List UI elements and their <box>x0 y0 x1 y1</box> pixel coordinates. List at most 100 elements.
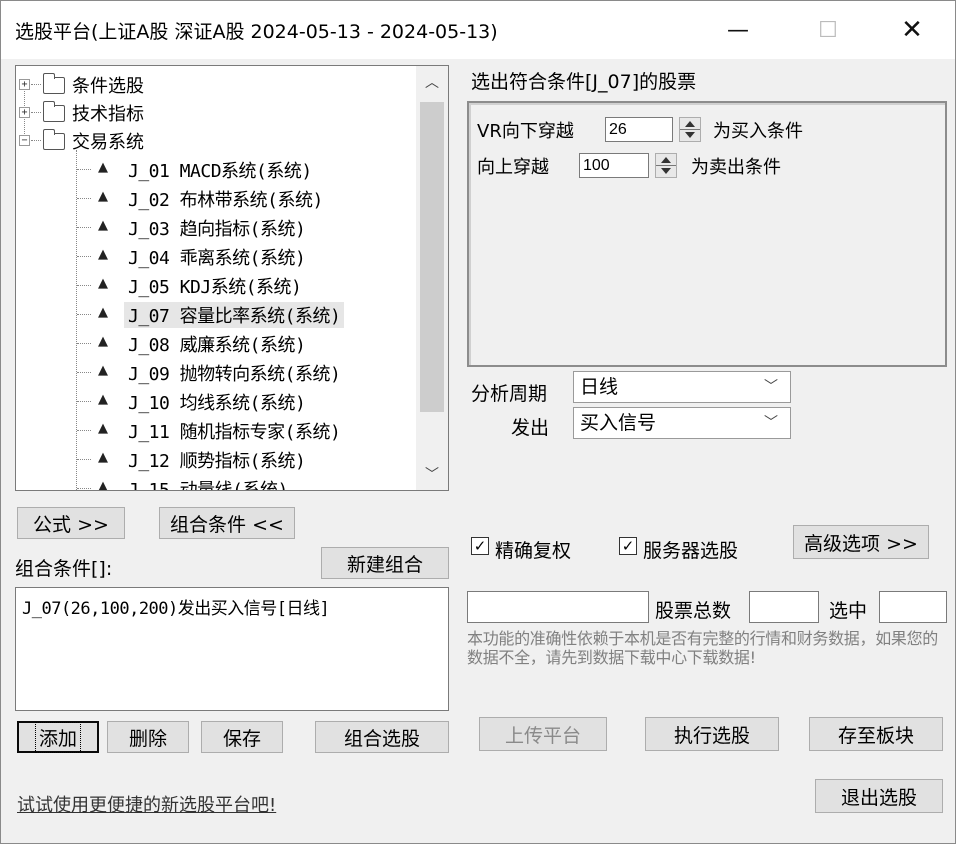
system-arrow-icon: ▲ <box>98 160 108 175</box>
minimize-button[interactable]: — <box>707 1 769 59</box>
expand-icon[interactable]: + <box>19 107 30 118</box>
tree-folder-label: 技术指标 <box>72 104 144 125</box>
tree-folder-label: 条件选股 <box>72 76 144 97</box>
new-combo-button[interactable]: 新建组合 <box>321 547 449 579</box>
delete-button[interactable]: 删除 <box>107 721 189 753</box>
tree-item-label: J_11 随机指标专家(系统) <box>128 422 341 443</box>
signal-label: 发出 <box>511 417 550 439</box>
tree-item-label: J_07 容量比率系统(系统) <box>124 302 345 328</box>
window-title: 选股平台(上证A股 深证A股 2024-05-13 - 2024-05-13) <box>15 21 498 43</box>
combine-button-label: 组合条件 << <box>170 513 284 536</box>
title-bar: 选股平台(上证A股 深证A股 2024-05-13 - 2024-05-13) … <box>1 1 955 59</box>
expand-icon[interactable]: + <box>19 79 30 90</box>
tree-line <box>77 169 91 170</box>
exact-adjust-checkbox[interactable]: ✓ <box>471 537 489 555</box>
advanced-options-button[interactable]: 高级选项 >> <box>793 525 929 559</box>
formula-button[interactable]: 公式 >> <box>17 507 125 539</box>
sell-condition-suffix: 为卖出条件 <box>691 157 781 178</box>
combine-conditions-button[interactable]: 组合条件 << <box>159 507 295 539</box>
sell-condition-prefix: 向上穿越 <box>477 157 549 178</box>
folder-icon <box>43 129 65 150</box>
server-select-label: 服务器选股 <box>643 540 739 562</box>
period-select[interactable]: 日线 ﹀ <box>573 371 791 403</box>
formula-tree[interactable]: + 条件选股 + 技术指标 − 交易系统 ▲ J_01 MACD系统(系统) ▲… <box>15 65 449 491</box>
system-arrow-icon: ▲ <box>98 218 108 233</box>
tree-line <box>77 401 91 402</box>
system-arrow-icon: ▲ <box>98 276 108 291</box>
combo-select-label: 组合选股 <box>343 727 420 750</box>
tree-line <box>77 285 91 286</box>
combo-conditions-box[interactable]: J_07(26,100,200)发出买入信号[日线] <box>15 587 449 711</box>
tree-line <box>77 372 91 373</box>
tree-line <box>77 256 91 257</box>
save-button[interactable]: 保存 <box>201 721 283 753</box>
buy-threshold-spinner[interactable] <box>679 117 701 142</box>
tree-line <box>77 430 91 431</box>
tree-line <box>77 227 91 228</box>
buy-condition-prefix: VR向下穿越 <box>477 121 574 142</box>
selected-count-label: 选中 <box>829 600 868 622</box>
run-selection-label: 执行选股 <box>673 724 750 747</box>
tree-scrollbar[interactable]: ︿ ﹀ <box>416 66 448 490</box>
tree-line <box>31 140 41 141</box>
progress-field <box>467 591 649 623</box>
server-select-checkbox[interactable]: ✓ <box>619 537 637 555</box>
stock-picker-window: 选股平台(上证A股 深证A股 2024-05-13 - 2024-05-13) … <box>0 0 956 844</box>
data-completeness-note: 本功能的准确性依赖于本机是否有完整的行情和财务数据，如果您的数据不全，请先到数据… <box>467 629 939 667</box>
buy-threshold-input[interactable]: 26 <box>605 117 673 142</box>
tree-line <box>77 459 91 460</box>
system-arrow-icon: ▲ <box>98 189 108 204</box>
upload-platform-button[interactable]: 上传平台 <box>479 717 607 751</box>
buy-condition-suffix: 为买入条件 <box>713 121 803 142</box>
close-button[interactable]: ✕ <box>881 1 943 59</box>
combo-select-button[interactable]: 组合选股 <box>315 721 449 753</box>
upload-platform-label: 上传平台 <box>504 724 581 747</box>
system-arrow-icon: ▲ <box>98 479 108 491</box>
save-to-block-button[interactable]: 存至板块 <box>809 717 943 751</box>
collapse-icon[interactable]: − <box>19 135 30 146</box>
tree-line <box>77 314 91 315</box>
formula-button-label: 公式 >> <box>33 513 109 536</box>
total-stocks-field <box>749 591 819 623</box>
tree-item-label: J_05 KDJ系统(系统) <box>128 277 302 298</box>
tree-item-label: J_09 抛物转向系统(系统) <box>128 364 341 385</box>
system-arrow-icon: ▲ <box>98 450 108 465</box>
tree-item-label: J_04 乖离系统(系统) <box>128 248 306 269</box>
period-label: 分析周期 <box>471 383 548 405</box>
folder-icon <box>43 73 65 94</box>
sell-threshold-spinner[interactable] <box>655 153 677 178</box>
folder-icon <box>43 101 65 122</box>
system-arrow-icon: ▲ <box>98 247 108 262</box>
signal-select[interactable]: 买入信号 ﹀ <box>573 407 791 439</box>
chevron-down-icon: ﹀ <box>764 379 778 395</box>
run-selection-button[interactable]: 执行选股 <box>645 717 779 751</box>
exact-adjust-label: 精确复权 <box>495 540 572 562</box>
add-button[interactable]: 添加 <box>17 721 99 753</box>
selected-count-field <box>879 591 947 623</box>
scroll-up-icon[interactable]: ︿ <box>416 66 448 98</box>
system-arrow-icon: ▲ <box>98 334 108 349</box>
save-to-block-label: 存至板块 <box>837 724 914 747</box>
exit-selection-button[interactable]: 退出选股 <box>815 779 943 813</box>
tree-line <box>31 112 41 113</box>
tree-line <box>77 198 91 199</box>
tree-line <box>77 343 91 344</box>
new-platform-link[interactable]: 试试使用更便捷的新选股平台吧! <box>17 791 276 817</box>
scroll-thumb[interactable] <box>420 102 444 412</box>
scroll-down-icon[interactable]: ﹀ <box>416 458 448 490</box>
save-button-label: 保存 <box>222 727 261 750</box>
tree-item-label: J_10 均线系统(系统) <box>128 393 306 414</box>
tree-item-label: J_15 动量线(系统) <box>128 480 288 491</box>
sell-threshold-input[interactable]: 100 <box>579 153 649 178</box>
maximize-button[interactable]: ☐ <box>797 1 859 59</box>
tree-item-label: J_12 顺势指标(系统) <box>128 451 306 472</box>
system-arrow-icon: ▲ <box>98 363 108 378</box>
new-combo-label: 新建组合 <box>346 553 423 576</box>
system-arrow-icon: ▲ <box>98 392 108 407</box>
tree-line <box>76 150 77 490</box>
tree-item-label: J_01 MACD系统(系统) <box>128 161 312 182</box>
combo-condition-text: J_07(26,100,200)发出买入信号[日线] <box>22 599 330 619</box>
system-arrow-icon: ▲ <box>98 421 108 436</box>
chevron-down-icon: ﹀ <box>764 415 778 431</box>
tree-line <box>31 84 41 85</box>
